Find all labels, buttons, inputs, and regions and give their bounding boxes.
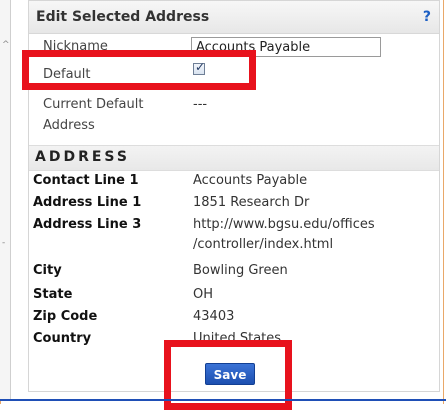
zip-label: Zip Code — [33, 309, 98, 324]
panel-header: Edit Selected Address ? — [29, 1, 439, 34]
help-icon[interactable]: ? — [423, 9, 431, 25]
address-section-title: ADDRESS — [35, 149, 130, 165]
address-line3-label: Address Line 3 — [33, 217, 142, 232]
address-line1-label: Address Line 1 — [33, 195, 142, 210]
panel-title: Edit Selected Address — [36, 9, 210, 25]
address-line3-value-2: /controller/index.html — [193, 237, 334, 252]
caret-icon: - — [2, 238, 6, 248]
current-default-value: --- — [193, 97, 208, 112]
current-default-label: Current Default — [43, 97, 144, 112]
city-value: Bowling Green — [193, 263, 288, 278]
address-line1-value: 1851 Research Dr — [193, 195, 310, 210]
country-label: Country — [33, 331, 92, 346]
address-section-header: ADDRESS — [29, 145, 439, 171]
state-value: OH — [193, 287, 214, 302]
zip-value: 43403 — [193, 309, 235, 324]
highlight-box-default — [22, 50, 256, 90]
contact-line1-value: Accounts Payable — [193, 173, 308, 188]
side-strip: ^ - — [0, 0, 11, 400]
contact-line1-label: Contact Line 1 — [33, 173, 139, 188]
address-line3-value: http://www.bgsu.edu/offices — [193, 217, 375, 232]
state-label: State — [33, 287, 73, 302]
current-default-label-2: Address — [43, 118, 95, 133]
city-label: City — [33, 263, 62, 278]
bottom-divider — [0, 399, 446, 401]
caret-up-icon: ^ — [2, 40, 10, 50]
